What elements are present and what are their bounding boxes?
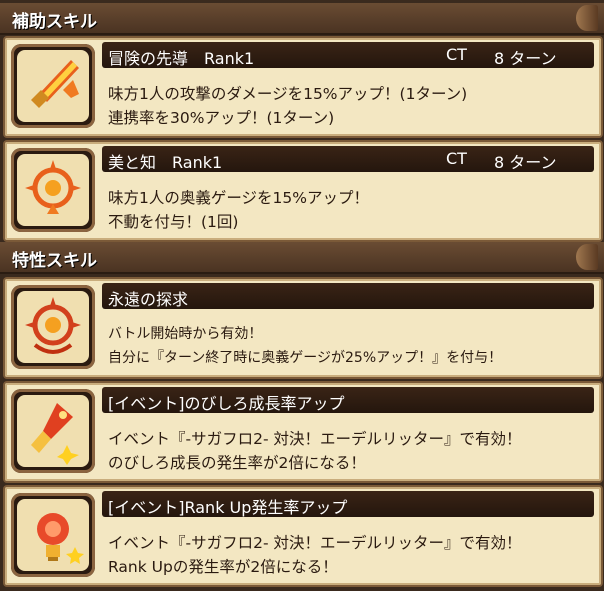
skill-icon-frame — [11, 44, 95, 128]
skill-description-line: 不動を付与！(1回) — [108, 213, 239, 231]
skill-title: 美と知 Rank1 — [108, 153, 223, 172]
skill-title-bar: 永遠の探求 — [102, 283, 594, 309]
skill-description-line: 味方1人の奥義ゲージを15%アップ！ — [108, 189, 370, 207]
section-label: 特性スキル — [12, 251, 97, 271]
skill-description-line: 自分に『ターン終了時に奥義ゲージが25%アップ！』を付与！ — [108, 350, 503, 366]
skill-description-line: Rank Upの発生率が2倍になる！ — [108, 558, 338, 576]
skill-card-rank-up-rate[interactable]: [イベント]Rank Up発生率アップ イベント『-サガフロ2- 対決！エーデル… — [3, 485, 603, 587]
skill-description-line: バトル開始時から有効！ — [108, 326, 263, 342]
section-header-trait: 特性スキル — [0, 242, 604, 274]
section-header-support: 補助スキル — [0, 3, 604, 35]
skill-icon-frame — [11, 285, 95, 369]
section-label: 補助スキル — [12, 12, 97, 32]
skill-card-beauty-knowledge[interactable]: 美と知 Rank1 CT 8 ターン 味方1人の奥義ゲージを15%アップ！ 不動… — [3, 140, 603, 242]
skill-title: [イベント]のびしろ成長率アップ — [108, 394, 345, 413]
skill-description-line: 連携率を30%アップ！(1ターン) — [108, 109, 335, 127]
flaming-sword-icon — [31, 60, 79, 108]
skill-title: [イベント]Rank Up発生率アップ — [108, 498, 348, 517]
skill-title: 冒険の先導 Rank1 — [108, 49, 255, 68]
skill-description-line: イベント『-サガフロ2- 対決！エーデルリッター』で有効！ — [108, 430, 522, 448]
skill-icon-frame — [11, 389, 95, 473]
ct-label: CT — [446, 149, 467, 168]
skill-card-growth-rate-up[interactable]: [イベント]のびしろ成長率アップ イベント『-サガフロ2- 対決！エーデルリッタ… — [3, 381, 603, 483]
cooldown-turns: 8 ターン — [494, 153, 557, 172]
ct-label: CT — [446, 45, 467, 64]
skill-icon-frame — [11, 493, 95, 577]
skill-title: 永遠の探求 — [108, 290, 189, 309]
skill-title-bar: 冒険の先導 Rank1 CT 8 ターン — [102, 42, 594, 68]
skill-icon-frame — [11, 148, 95, 232]
scroll-ornament-icon — [576, 244, 598, 270]
skill-description-line: 味方1人の攻撃のダメージを15%アップ！(1ターン) — [108, 85, 468, 103]
skill-card-eternal-quest[interactable]: 永遠の探求 バトル開始時から有効！ 自分に『ターン終了時に奥義ゲージが25%アッ… — [3, 277, 603, 379]
skill-description-line: のびしろ成長の発生率が2倍になる！ — [108, 454, 366, 472]
skill-title-bar: [イベント]のびしろ成長率アップ — [102, 387, 594, 413]
burst-emblem-icon — [25, 160, 81, 214]
skill-card-adventure-lead[interactable]: 冒険の先導 Rank1 CT 8 ターン 味方1人の攻撃のダメージを15%アップ… — [3, 36, 603, 138]
cooldown-turns: 8 ターン — [494, 49, 557, 68]
skill-title-bar: 美と知 Rank1 CT 8 ターン — [102, 146, 594, 172]
scroll-ornament-icon — [576, 5, 598, 31]
rocket-spark-icon — [31, 403, 79, 465]
burst-emblem-red-icon — [25, 297, 81, 354]
skill-description-line: イベント『-サガフロ2- 対決！エーデルリッター』で有効！ — [108, 534, 522, 552]
lightbulb-icon — [37, 513, 84, 564]
skill-title-bar: [イベント]Rank Up発生率アップ — [102, 491, 594, 517]
